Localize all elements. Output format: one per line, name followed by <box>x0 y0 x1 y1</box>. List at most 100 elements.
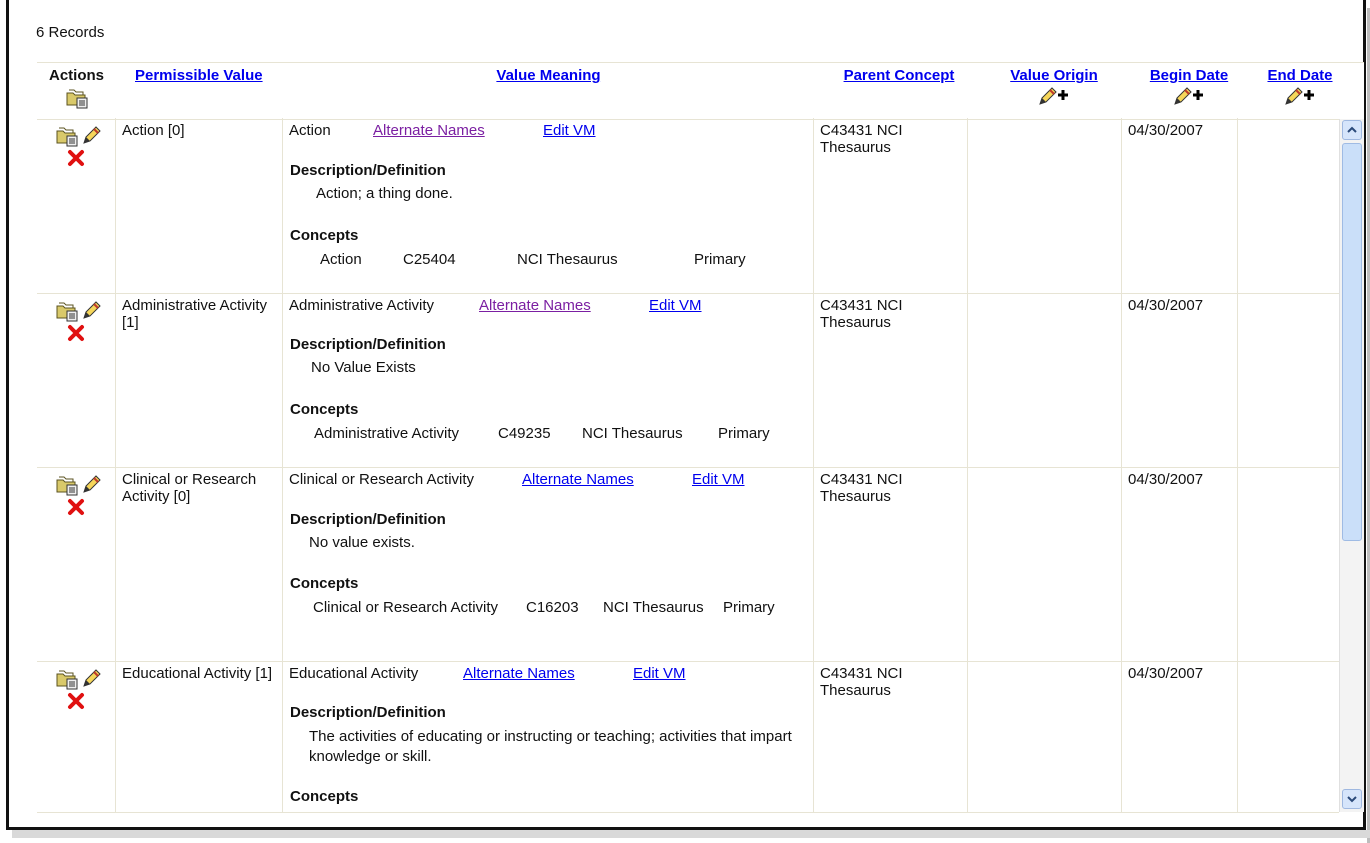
concepts-label: Concepts <box>290 788 359 805</box>
delete-x-icon[interactable] <box>67 149 85 171</box>
alternate-names-link[interactable]: Alternate Names <box>373 122 485 139</box>
table-row: Administrative Activity [1] Administrati… <box>37 293 1339 468</box>
header-begin-date[interactable]: Begin Date <box>1137 67 1241 108</box>
table-row: Clinical or Research Activity [0] Clinic… <box>37 467 1339 662</box>
window-shadow-bottom <box>12 830 1370 838</box>
row-begin-date: 04/30/2007 <box>1122 118 1238 293</box>
row-actions <box>37 293 116 467</box>
concepts-label: Concepts <box>290 227 359 244</box>
vm-name: Administrative Activity <box>289 297 435 314</box>
row-begin-date: 04/30/2007 <box>1122 467 1238 661</box>
table-row: Educational Activity [1] Educational Act… <box>37 661 1339 812</box>
scroll-thumb[interactable] <box>1342 143 1362 541</box>
row-value-origin <box>968 118 1122 293</box>
concept-name: Administrative Activity <box>314 425 460 442</box>
vertical-scrollbar[interactable] <box>1339 119 1364 812</box>
description-label: Description/Definition <box>290 162 446 179</box>
scroll-up-button[interactable] <box>1342 120 1362 140</box>
row-permissible-value: Educational Activity [1] <box>116 661 283 812</box>
concept-name: Clinical or Research Activity <box>313 599 499 616</box>
row-value-meaning: Action Alternate Names Edit VM Descripti… <box>283 118 814 293</box>
edit-pencil-icon[interactable] <box>81 667 103 693</box>
row-permissible-value: Administrative Activity [1] <box>116 293 283 467</box>
row-value-origin <box>968 467 1122 661</box>
row-actions <box>37 661 116 812</box>
header-actions-label: Actions <box>48 67 104 84</box>
row-permissible-value: Clinical or Research Activity [0] <box>116 467 283 661</box>
edit-add-icon[interactable] <box>1255 86 1345 108</box>
table-header: Actions Permissible Value Value Meaning … <box>37 62 1364 120</box>
row-value-meaning: Educational Activity Alternate Names Edi… <box>283 661 814 812</box>
description-label: Description/Definition <box>290 704 446 721</box>
concept-type: Primary <box>694 251 746 268</box>
row-begin-date: 04/30/2007 <box>1122 293 1238 467</box>
edit-vm-link[interactable]: Edit VM <box>649 297 702 314</box>
row-actions <box>37 118 116 293</box>
alternate-names-link[interactable]: Alternate Names <box>463 665 575 682</box>
concept-type: Primary <box>718 425 770 442</box>
row-value-meaning: Administrative Activity Alternate Names … <box>283 293 814 467</box>
concept-code: C25404 <box>403 251 456 268</box>
concept-code: C49235 <box>498 425 551 442</box>
folder-details-icon[interactable] <box>37 86 116 109</box>
row-parent-concept: C43431 NCI Thesaurus <box>814 467 968 661</box>
edit-add-icon[interactable] <box>984 86 1124 108</box>
sort-parent-concept-link[interactable]: Parent Concept <box>844 67 955 84</box>
edit-pencil-icon[interactable] <box>81 473 103 499</box>
chevron-up-icon <box>1347 126 1357 133</box>
delete-x-icon[interactable] <box>67 324 85 346</box>
header-value-origin[interactable]: Value Origin <box>984 67 1124 108</box>
row-end-date <box>1238 467 1339 661</box>
edit-vm-link[interactable]: Edit VM <box>692 471 745 488</box>
value-grid: Action [0] Action Alternate Names Edit V… <box>37 118 1339 813</box>
sort-begin-date-link[interactable]: Begin Date <box>1150 67 1228 84</box>
delete-x-icon[interactable] <box>67 498 85 520</box>
header-end-date[interactable]: End Date <box>1255 67 1345 108</box>
header-parent-concept[interactable]: Parent Concept <box>814 67 984 84</box>
row-permissible-value: Action [0] <box>116 118 283 293</box>
edit-pencil-icon[interactable] <box>81 299 103 325</box>
concept-name: Action <box>320 251 362 268</box>
concepts-label: Concepts <box>290 401 359 418</box>
row-end-date <box>1238 118 1339 293</box>
vm-name: Action <box>289 122 331 139</box>
description-text: No Value Exists <box>311 359 416 376</box>
vm-name: Educational Activity <box>289 665 419 682</box>
edit-vm-link[interactable]: Edit VM <box>543 122 596 139</box>
header-value-meaning[interactable]: Value Meaning <box>283 67 814 84</box>
description-text: Action; a thing done. <box>316 185 453 202</box>
folder-details-icon[interactable] <box>55 124 79 152</box>
description-label: Description/Definition <box>290 336 446 353</box>
row-value-origin <box>968 293 1122 467</box>
alternate-names-link[interactable]: Alternate Names <box>522 471 634 488</box>
row-end-date <box>1238 293 1339 467</box>
header-permissible-value[interactable]: Permissible Value <box>135 67 271 84</box>
table-row: Action [0] Action Alternate Names Edit V… <box>37 118 1339 294</box>
row-parent-concept: C43431 NCI Thesaurus <box>814 118 968 293</box>
row-value-meaning: Clinical or Research Activity Alternate … <box>283 467 814 661</box>
folder-details-icon[interactable] <box>55 667 79 695</box>
sort-end-date-link[interactable]: End Date <box>1267 67 1332 84</box>
concepts-label: Concepts <box>290 575 359 592</box>
description-text: No value exists. <box>309 534 415 551</box>
edit-vm-link[interactable]: Edit VM <box>633 665 686 682</box>
edit-add-icon[interactable] <box>1137 86 1241 108</box>
sort-value-meaning-link[interactable]: Value Meaning <box>496 67 600 84</box>
sort-value-origin-link[interactable]: Value Origin <box>1010 67 1098 84</box>
row-value-origin <box>968 661 1122 812</box>
folder-details-icon[interactable] <box>55 473 79 501</box>
folder-details-icon[interactable] <box>55 299 79 327</box>
concept-type: Primary <box>723 599 775 616</box>
alternate-names-link[interactable]: Alternate Names <box>479 297 591 314</box>
row-begin-date: 04/30/2007 <box>1122 661 1238 812</box>
description-text: The activities of educating or instructi… <box>309 728 792 765</box>
sort-permissible-value-link[interactable]: Permissible Value <box>135 67 263 84</box>
scroll-down-button[interactable] <box>1342 789 1362 809</box>
chevron-down-icon <box>1347 796 1357 803</box>
concept-source: NCI Thesaurus <box>582 425 683 442</box>
edit-pencil-icon[interactable] <box>81 124 103 150</box>
row-parent-concept: C43431 NCI Thesaurus <box>814 293 968 467</box>
concept-source: NCI Thesaurus <box>517 251 618 268</box>
concept-code: C16203 <box>526 599 579 616</box>
delete-x-icon[interactable] <box>67 692 85 714</box>
